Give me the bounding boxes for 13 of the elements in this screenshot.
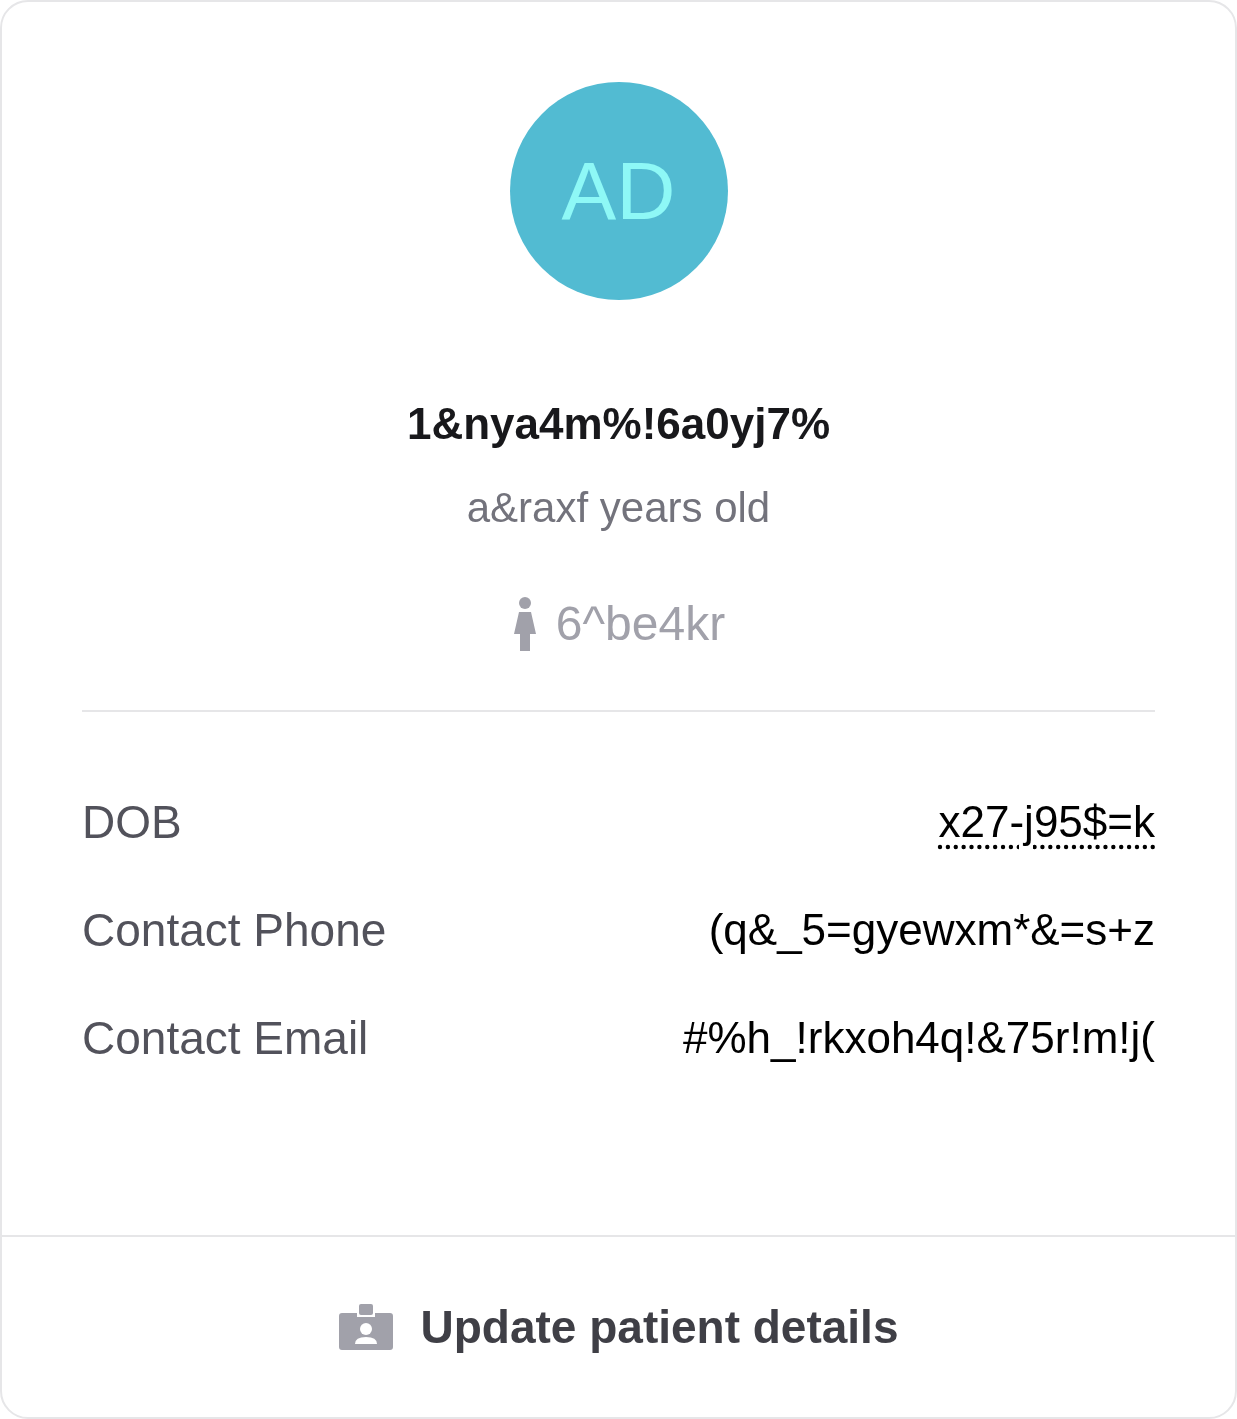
detail-label: Contact Email [82,1011,369,1066]
patient-name: 1&nya4m%!6a0yj7% [406,398,831,450]
avatar: AD [509,82,728,300]
detail-value: (q&_5=gyewxm*&=s+z [708,904,1155,956]
detail-label: Contact Phone [82,903,387,958]
patient-age: a&raxf years old [466,483,771,533]
detail-value: #%h_!rkxoh4q!&75r!m!j( [683,1012,1155,1064]
update-details-button[interactable]: Update patient details [330,1292,907,1362]
id-badge-icon [338,1304,393,1350]
female-figure-icon [511,597,538,651]
detail-value: x27-j95$=k [938,796,1155,848]
patient-gender: 6^be4kr [555,596,726,652]
detail-label: DOB [82,795,182,850]
